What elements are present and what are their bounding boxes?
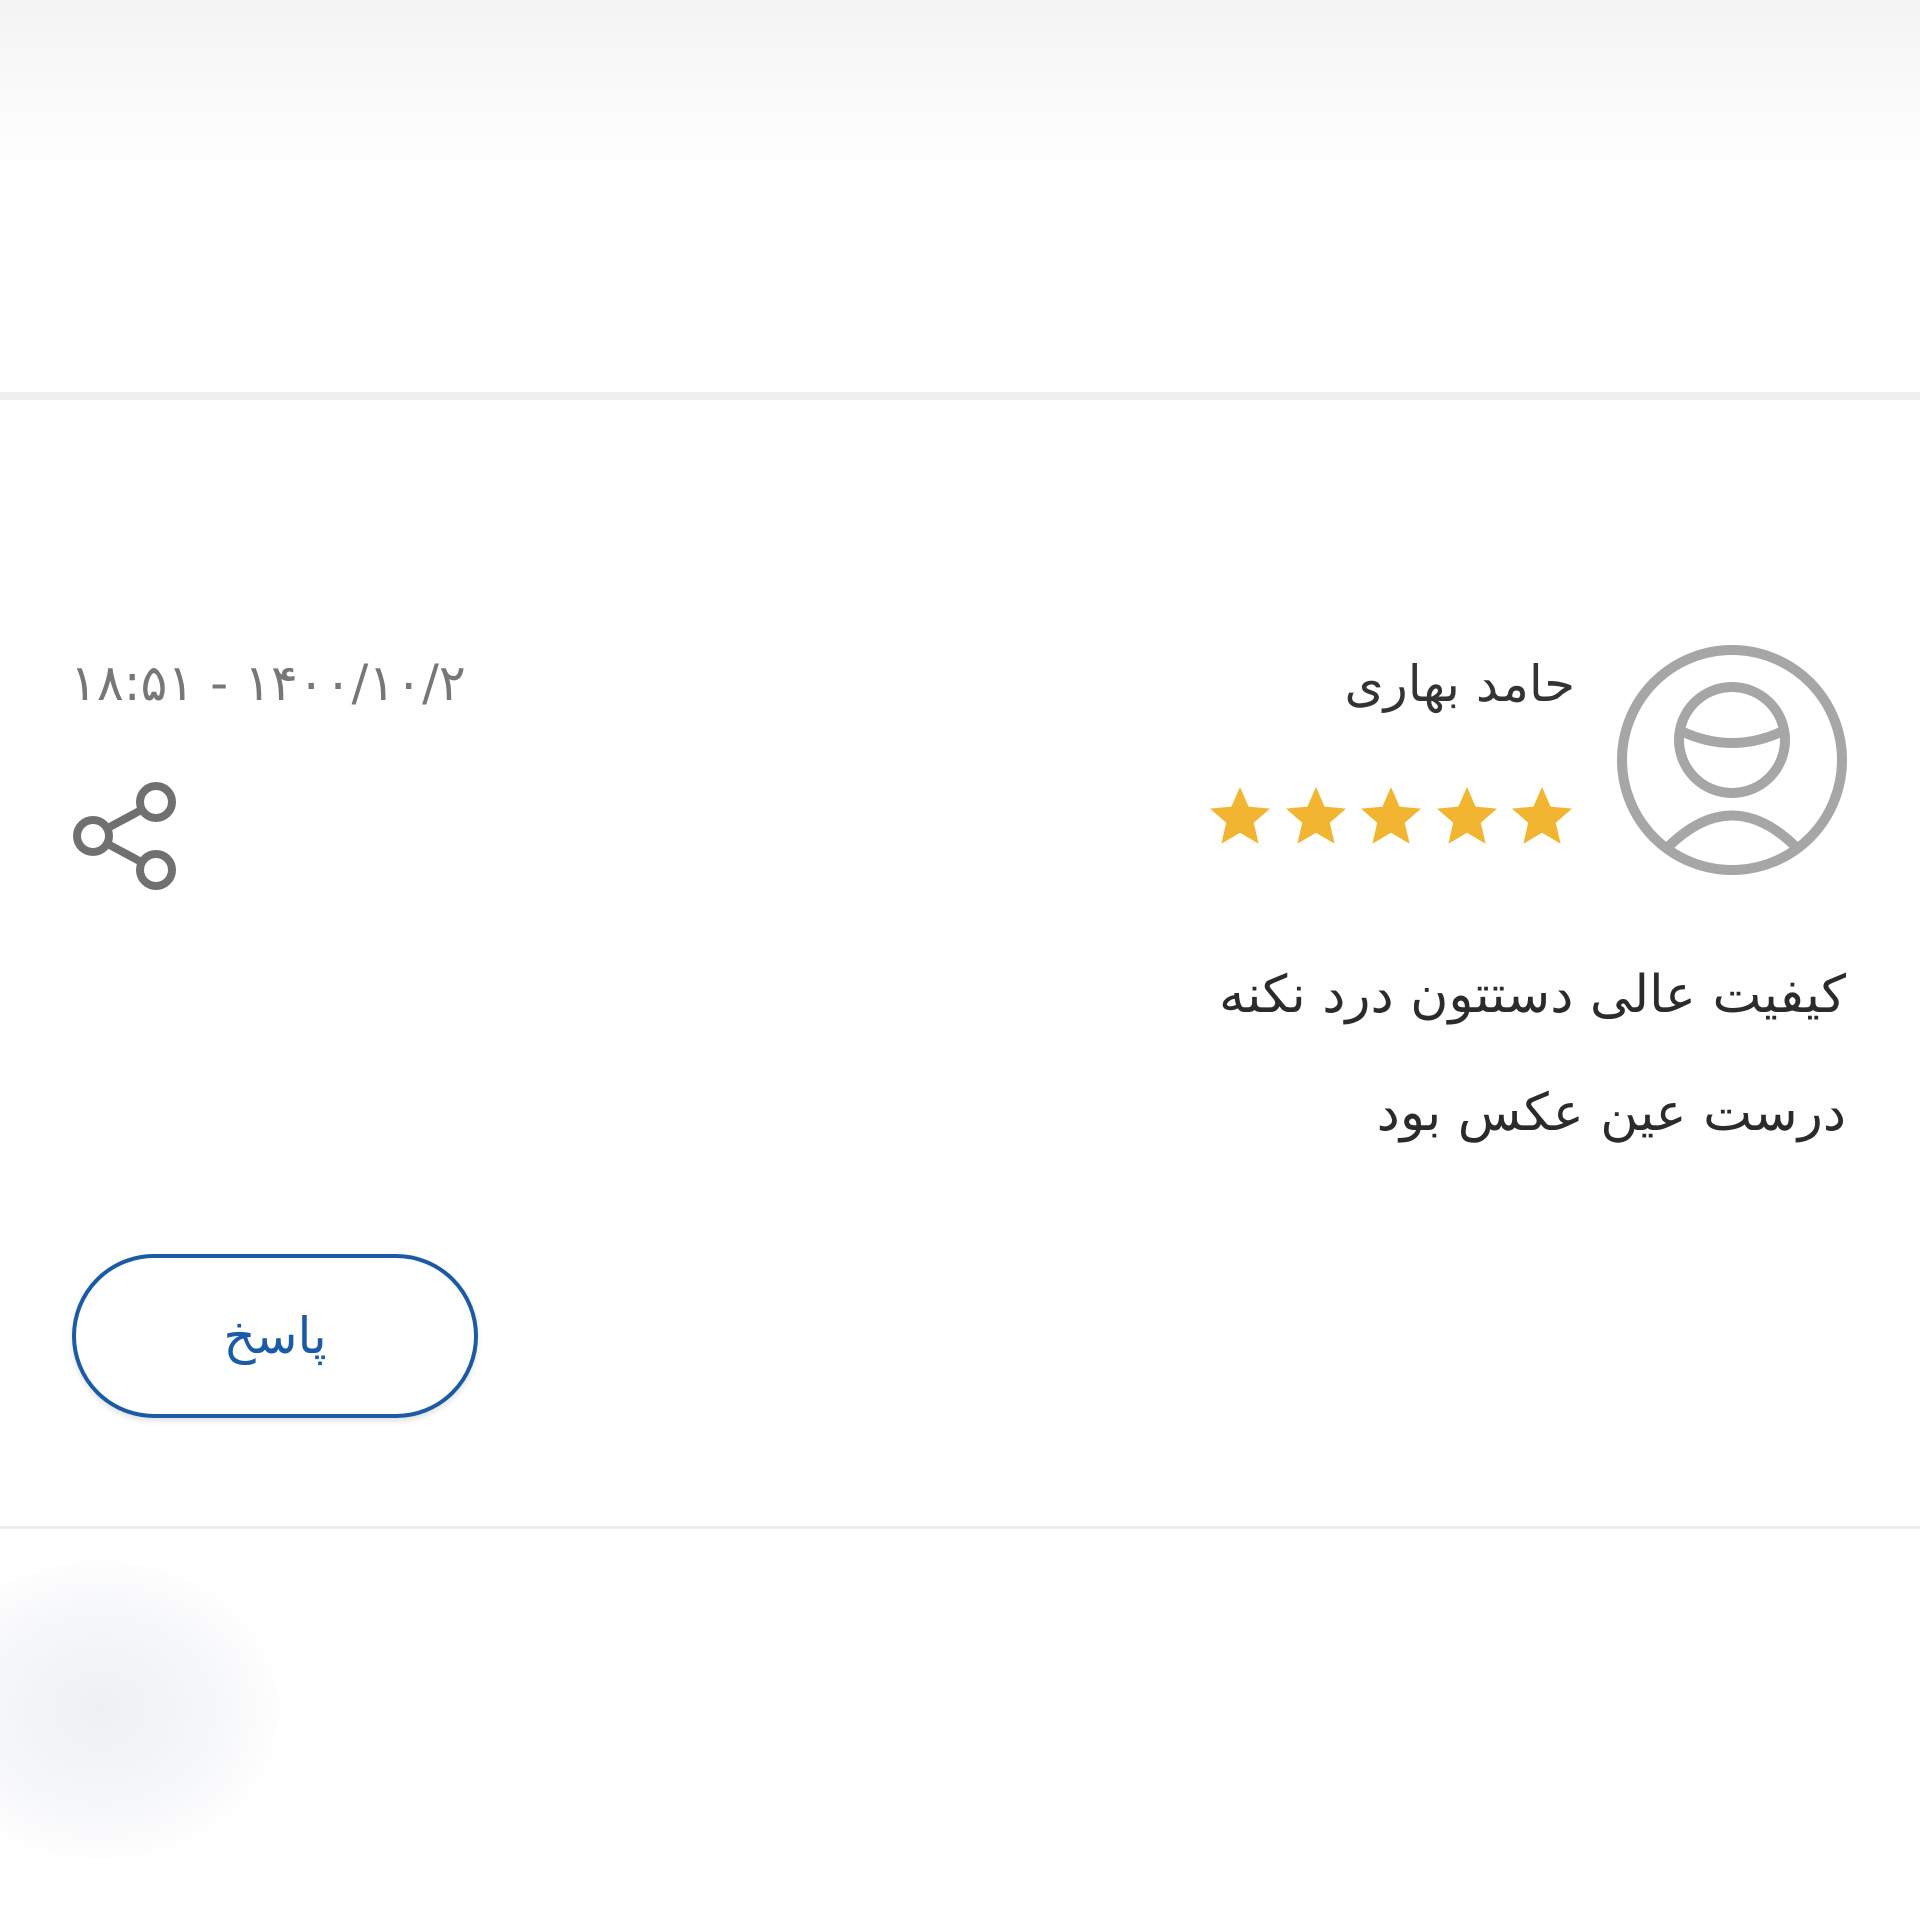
share-icon[interactable] (70, 778, 182, 894)
section-divider (0, 392, 1920, 400)
star-icon (1359, 784, 1423, 848)
user-avatar-icon (1615, 643, 1849, 877)
star-icon (1208, 784, 1272, 848)
review-comment-line: درست عین عکس بود (1376, 1083, 1846, 1143)
next-section-area (0, 1560, 280, 1860)
reply-button[interactable]: پاسخ (72, 1254, 478, 1418)
review-comment-line: کیفیت عالی دستتون درد نکنه (1218, 965, 1846, 1025)
star-icon (1284, 784, 1348, 848)
star-icon (1510, 784, 1574, 848)
rating-stars (1208, 784, 1574, 854)
previous-section-area (0, 0, 1920, 392)
reviewer-name: حامد بهاری (1344, 655, 1575, 713)
review-timestamp: ۱۸:۵۱ - ۱۴۰۰/۱۰/۲ (70, 654, 466, 712)
page: حامد بهاری ۱۸:۵۱ - ۱۴۰۰/۱۰/۲ کیفیت عالی … (0, 0, 1920, 1920)
section-divider (0, 1526, 1920, 1529)
star-icon (1435, 784, 1499, 848)
